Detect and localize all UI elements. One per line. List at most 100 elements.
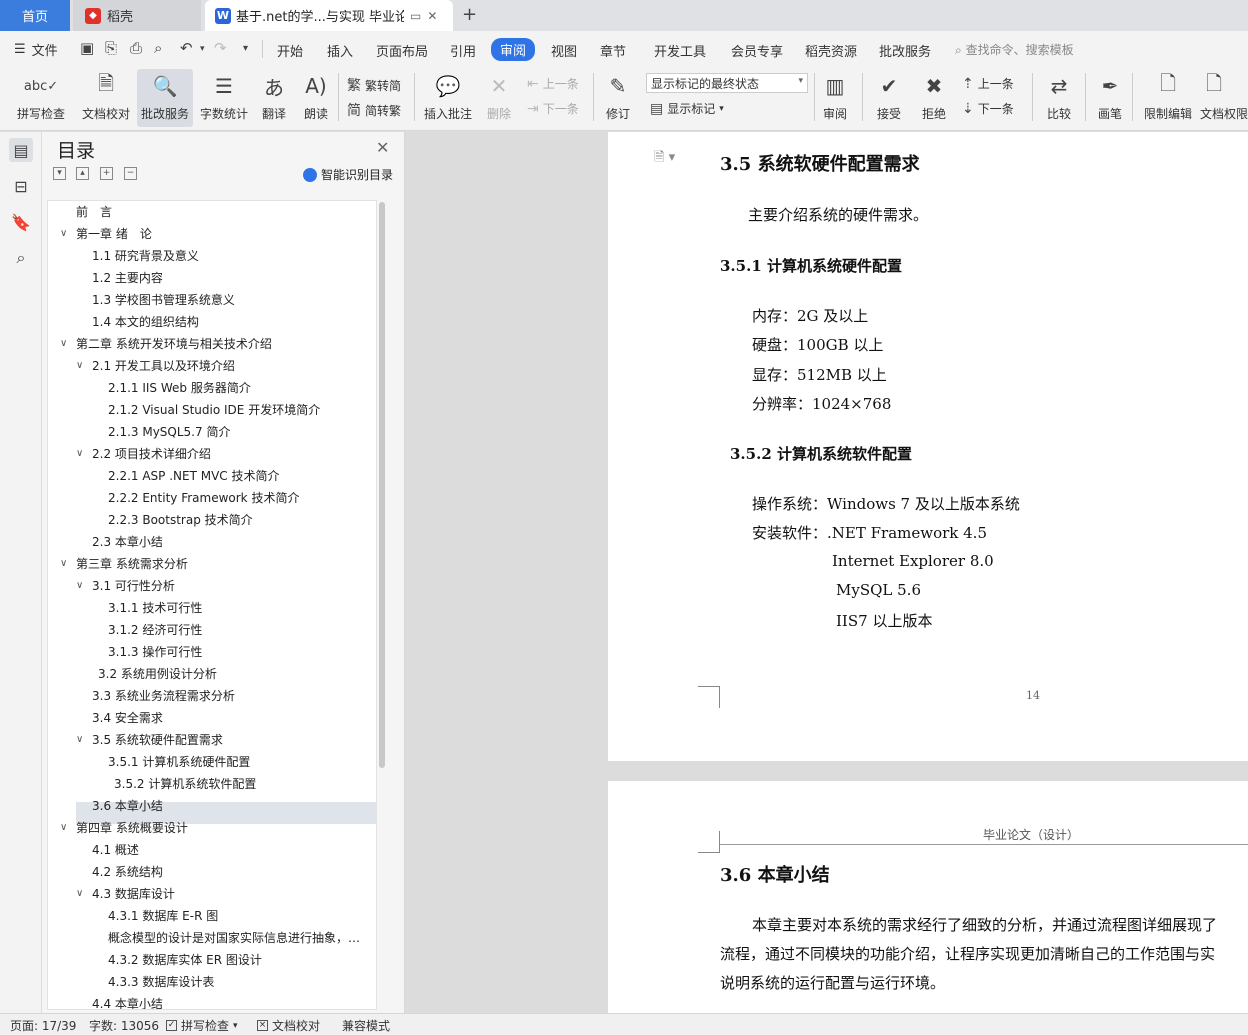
menu-start[interactable]: 开始 [277, 41, 303, 60]
chapter-nav-icon[interactable]: ⊟ [9, 174, 33, 198]
toc-item[interactable]: 4.4 本章小结 [48, 993, 376, 1009]
bookmark-icon[interactable]: 🔖 [9, 210, 33, 234]
chevron-down-icon[interactable]: ∨ [76, 729, 83, 751]
tab-window-icon[interactable]: ▭ [410, 9, 421, 23]
toc-item[interactable]: ∨ 第二章 系统开发环境与相关技术介绍 [48, 333, 376, 355]
print-icon[interactable]: ⎙ [130, 39, 142, 57]
toc-item[interactable]: 2.2.2 Entity Framework 技术简介 [48, 487, 376, 509]
menu-review[interactable]: 审阅 [491, 38, 536, 61]
toc-item[interactable]: ∨ 4.3 数据库设计 [48, 883, 376, 905]
toc-item[interactable]: ∨ 2.2 项目技术详细介绍 [48, 443, 376, 465]
toc-item[interactable]: 3.4 安全需求 [48, 707, 376, 729]
search-icon[interactable]: ⌕ [9, 246, 33, 270]
collapse-all-icon[interactable]: ▴ [76, 167, 89, 180]
spellcheck-button[interactable]: abc✓ 拼写检查 [10, 69, 72, 127]
read-aloud-button[interactable]: A) 朗读 [298, 69, 334, 127]
toc-item[interactable]: 3.1.3 操作可行性 [48, 641, 376, 663]
menu-developer[interactable]: 开发工具 [654, 41, 706, 60]
tab-document[interactable]: W 基于.net的学...与实现 毕业论文 ▭ ✕ [205, 0, 453, 31]
undo-dropdown-icon[interactable]: ▾ [200, 44, 205, 54]
page-indicator[interactable]: 页面: 17/39 [10, 1017, 76, 1034]
new-tab-button[interactable]: + [462, 4, 477, 25]
traditional-to-simplified-button[interactable]: 繁繁转简 [347, 75, 401, 95]
menu-section[interactable]: 章节 [600, 41, 626, 60]
save-icon[interactable]: ▣ [80, 39, 94, 57]
tab-daoke[interactable]: ◆ 稻壳 [73, 0, 201, 31]
delete-comment-button[interactable]: ✕ 删除 [480, 69, 518, 127]
chevron-down-icon[interactable]: ∨ [60, 333, 67, 355]
toc-pane-icon[interactable]: ▤ [9, 138, 33, 162]
smart-toc-button[interactable]: 智能识别目录 [303, 166, 393, 183]
export-pdf-icon[interactable]: ⎘ [105, 39, 117, 57]
reject-button[interactable]: ✖ 拒绝 [914, 69, 954, 127]
proofread-button[interactable]: 🗎 文档校对 [78, 69, 134, 127]
toc-item[interactable]: 3.1.2 经济可行性 [48, 619, 376, 641]
toc-item[interactable]: 4.1 概述 [48, 839, 376, 861]
toc-item[interactable]: 3.2 系统用例设计分析 [48, 663, 376, 685]
expand-all-icon[interactable]: ▾ [53, 167, 66, 180]
toc-item[interactable]: ∨ 3.5 系统软硬件配置需求 [48, 729, 376, 751]
tab-close-icon[interactable]: ✕ [427, 9, 437, 23]
word-count-indicator[interactable]: 字数: 13056 [89, 1017, 159, 1034]
undo-icon[interactable]: ↶ [180, 39, 193, 57]
toc-item[interactable]: 2.1.1 IIS Web 服务器简介 [48, 377, 376, 399]
chevron-down-icon[interactable]: ∨ [76, 355, 83, 377]
menu-references[interactable]: 引用 [450, 41, 476, 60]
restrict-edit-button[interactable]: 🗋 限制编辑 [1140, 69, 1196, 127]
chevron-down-icon[interactable]: ∨ [76, 575, 83, 597]
menu-page-layout[interactable]: 页面布局 [376, 41, 428, 60]
toc-item[interactable]: 2.2.1 ASP .NET MVC 技术简介 [48, 465, 376, 487]
chevron-down-icon[interactable]: ∨ [76, 443, 83, 465]
compare-button[interactable]: ⇄ 比较 [1038, 69, 1080, 127]
menu-correction[interactable]: 批改服务 [879, 41, 931, 60]
track-changes-button[interactable]: ✎ 修订 [599, 69, 637, 127]
proofread-toggle[interactable]: × 文档校对 [257, 1017, 320, 1034]
tab-home[interactable]: 首页 [0, 0, 70, 31]
add-entry-icon[interactable]: + [100, 167, 113, 180]
spellcheck-toggle[interactable]: ✓ 拼写检查 ▾ [166, 1017, 238, 1034]
markup-state-select[interactable]: 显示标记的最终状态 ▾ [646, 73, 808, 93]
toc-item[interactable]: ∨ 2.1 开发工具以及环境介绍 [48, 355, 376, 377]
ink-button[interactable]: ✒ 画笔 [1092, 69, 1128, 127]
toc-item[interactable]: 2.3 本章小结 [48, 531, 376, 553]
toc-item[interactable]: ∨ 第四章 系统概要设计 [48, 817, 376, 839]
word-count-button[interactable]: ☰ 字数统计 [197, 69, 251, 127]
toc-item[interactable]: 1.1 研究背景及意义 [48, 245, 376, 267]
menu-insert[interactable]: 插入 [327, 41, 353, 60]
review-pane-button[interactable]: ▥ 审阅 [816, 69, 854, 127]
show-markup-button[interactable]: ▤ 显示标记 ▾ [650, 100, 724, 117]
menu-view[interactable]: 视图 [551, 41, 577, 60]
chevron-down-icon[interactable]: ∨ [76, 883, 83, 905]
remove-entry-icon[interactable]: − [124, 167, 137, 180]
menu-member[interactable]: 会员专享 [731, 41, 783, 60]
accept-button[interactable]: ✔ 接受 [869, 69, 909, 127]
translate-button[interactable]: あ 翻译 [256, 69, 292, 127]
toc-item[interactable]: ∨ 3.1 可行性分析 [48, 575, 376, 597]
next-change-button[interactable]: ⇣ 下一条 [962, 100, 1014, 117]
toc-item[interactable]: 3.1.1 技术可行性 [48, 597, 376, 619]
chevron-down-icon[interactable]: ∨ [60, 553, 67, 575]
toc-item[interactable]: 2.2.3 Bootstrap 技术简介 [48, 509, 376, 531]
toc-item[interactable]: 1.3 学校图书管理系统意义 [48, 289, 376, 311]
file-menu[interactable]: ☰ 文件 [14, 40, 58, 59]
close-icon[interactable]: ✕ [376, 138, 389, 157]
paragraph-marker-icon[interactable]: 🗎 ▾ [654, 148, 675, 170]
toc-item[interactable]: 3.3 系统业务流程需求分析 [48, 685, 376, 707]
toc-item[interactable]: 2.1.2 Visual Studio IDE 开发环境简介 [48, 399, 376, 421]
toc-item[interactable]: 4.3.2 数据库实体 ER 图设计 [48, 949, 376, 971]
toc-item[interactable]: 3.6 本章小结 [48, 795, 376, 817]
toc-item[interactable]: 4.2 系统结构 [48, 861, 376, 883]
prev-change-button[interactable]: ⇡ 上一条 [962, 75, 1014, 92]
toc-item[interactable]: 概念模型的设计是对国家实际信息进行抽象，实… [48, 927, 376, 949]
insert-comment-button[interactable]: 💬 插入批注 [420, 69, 476, 127]
toc-item[interactable]: 4.3.3 数据库设计表 [48, 971, 376, 993]
simplified-to-traditional-button[interactable]: 简简转繁 [347, 100, 401, 120]
toc-scrollbar[interactable] [379, 202, 385, 768]
prev-comment-button[interactable]: ⇤ 上一条 [527, 75, 579, 92]
quick-access-more-icon[interactable]: ▾ [243, 43, 248, 54]
toc-item[interactable]: ∨ 第一章 绪 论 [48, 223, 376, 245]
command-search[interactable]: ⌕ 查找命令、搜索模板 [955, 41, 1074, 58]
redo-icon[interactable]: ↷ [214, 39, 227, 57]
toc-item[interactable]: 4.3.1 数据库 E-R 图 [48, 905, 376, 927]
toc-item[interactable]: ∨ 第三章 系统需求分析 [48, 553, 376, 575]
